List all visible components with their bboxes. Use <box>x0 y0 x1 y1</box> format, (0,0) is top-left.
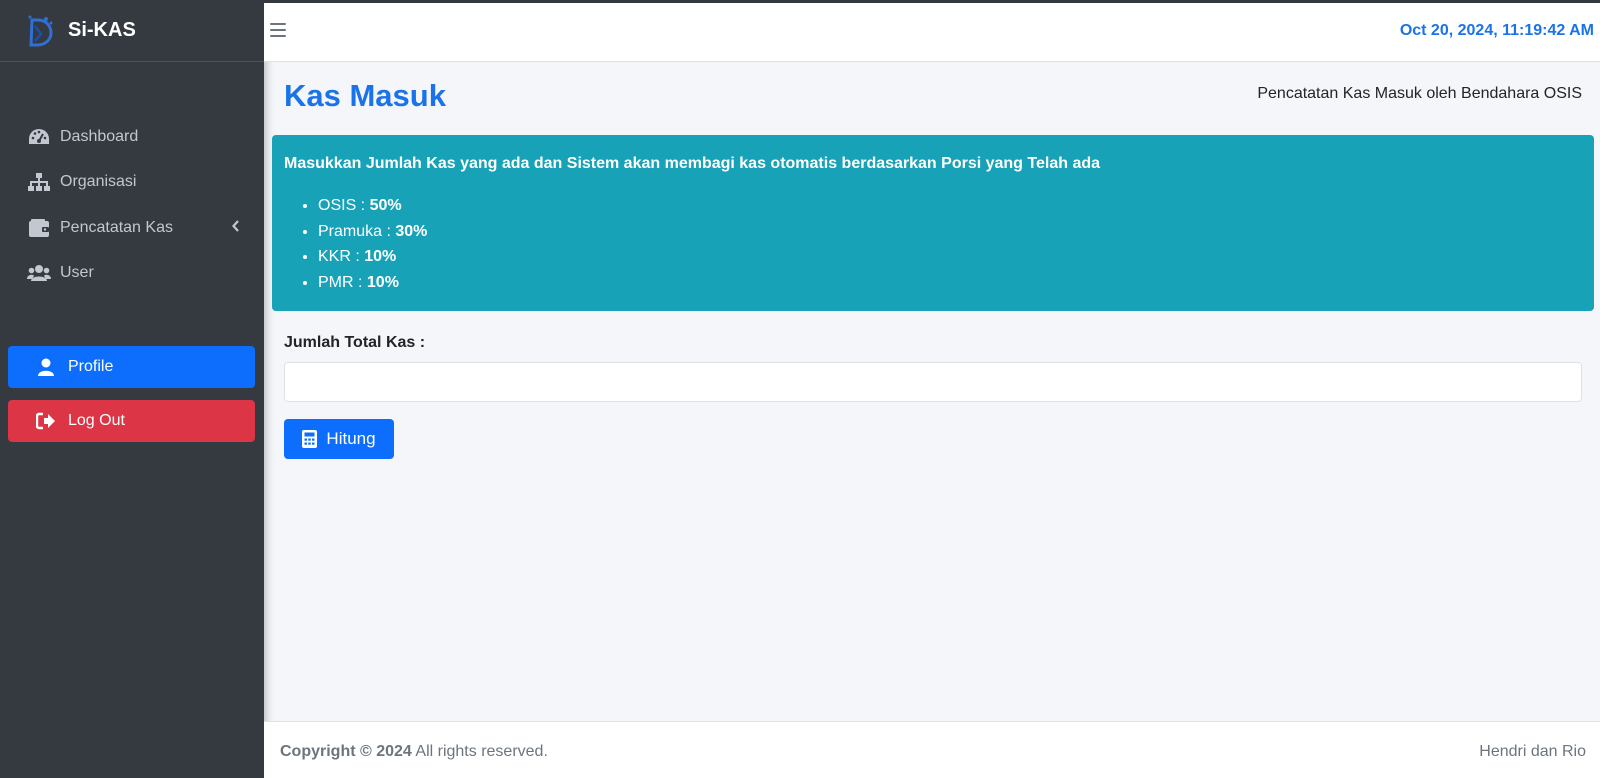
hitung-button[interactable]: Hitung <box>284 419 394 459</box>
total-kas-label: Jumlah Total Kas : <box>284 334 426 351</box>
brand-link[interactable]: Si-KAS <box>0 0 264 62</box>
portion-list: OSIS : 50% Pramuka : 30% KKR : 10% PMR :… <box>306 193 1582 295</box>
profile-button[interactable]: Profile <box>8 346 255 388</box>
user-icon <box>34 357 58 377</box>
sidebar-item-label: User <box>60 264 94 282</box>
top-navbar: Oct 20, 2024, 11:19:42 AM <box>264 3 1600 62</box>
portion-item-osis: OSIS : 50% <box>318 193 1582 219</box>
info-title: Masukkan Jumlah Kas yang ada dan Sistem … <box>284 155 1101 172</box>
sidebar-item-pencatatan-kas[interactable]: Pencatatan Kas <box>0 205 264 251</box>
calculator-icon <box>302 430 318 448</box>
sitemap-icon <box>27 172 51 192</box>
menu-toggle-icon[interactable] <box>270 23 286 39</box>
brand-logo-icon <box>26 14 54 48</box>
users-icon <box>27 263 51 283</box>
footer-credits: Hendri dan Rio <box>1479 743 1586 760</box>
sidebar-item-user[interactable]: User <box>0 251 264 297</box>
profile-label: Profile <box>68 358 114 375</box>
total-kas-input[interactable] <box>284 362 1582 402</box>
sidebar-item-label: Organisasi <box>60 173 137 191</box>
page-title: Kas Masuk <box>284 78 446 113</box>
logout-button[interactable]: Log Out <box>8 400 255 442</box>
sidebar-item-dashboard[interactable]: Dashboard <box>0 114 264 160</box>
portion-item-kkr: KKR : 10% <box>318 244 1582 270</box>
portion-item-pramuka: Pramuka : 30% <box>318 219 1582 245</box>
current-datetime: Oct 20, 2024, 11:19:42 AM <box>1399 22 1594 39</box>
sidebar: Si-KAS Dashboard Organisasi Pencatatan K… <box>0 0 264 778</box>
sidebar-item-label: Pencatatan Kas <box>60 218 173 236</box>
sidebar-item-label: Dashboard <box>60 127 139 145</box>
chevron-left-icon <box>232 219 240 237</box>
tachometer-icon <box>27 127 51 147</box>
sidebar-nav: Dashboard Organisasi Pencatatan Kas User <box>0 114 264 296</box>
top-border <box>0 0 1600 3</box>
sidebar-item-organisasi[interactable]: Organisasi <box>0 160 264 206</box>
portion-item-pmr: PMR : 10% <box>318 270 1582 296</box>
footer-copyright: Copyright © 2024 All rights reserved. <box>280 743 548 760</box>
brand-name: Si-KAS <box>68 19 136 41</box>
sign-out-icon <box>34 411 58 431</box>
logout-label: Log Out <box>68 412 125 429</box>
page-subtitle: Pencatatan Kas Masuk oleh Bendahara OSIS <box>1257 85 1582 102</box>
info-callout: Masukkan Jumlah Kas yang ada dan Sistem … <box>272 135 1594 311</box>
footer: Copyright © 2024 All rights reserved. He… <box>264 721 1600 778</box>
hitung-label: Hitung <box>326 429 376 448</box>
wallet-icon <box>27 218 51 238</box>
